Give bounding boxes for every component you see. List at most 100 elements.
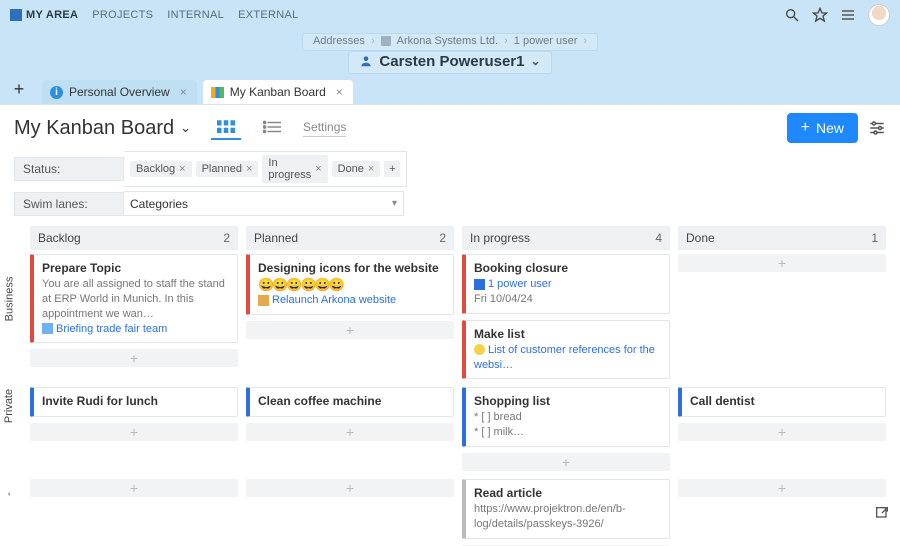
col-done: + — [678, 479, 886, 546]
page-entity-title[interactable]: Carsten Poweruser1 ⌄ — [359, 53, 540, 70]
tab-label: Personal Overview — [69, 85, 170, 99]
nav-internal[interactable]: INTERNAL — [167, 9, 224, 21]
column-header-backlog[interactable]: Backlog2 — [30, 226, 238, 250]
breadcrumb-item[interactable]: Addresses — [313, 35, 365, 47]
filter-bar: Status: Backlog× Planned× In progress× D… — [0, 149, 900, 226]
view-switcher: Settings — [211, 116, 346, 140]
plus-icon: + — [801, 121, 810, 135]
close-icon[interactable]: × — [336, 85, 343, 99]
add-tab-button[interactable]: + — [8, 78, 30, 100]
close-icon[interactable]: × — [315, 163, 321, 175]
col-backlog: + — [30, 479, 238, 546]
nav-external[interactable]: EXTERNAL — [238, 9, 298, 21]
add-card-button[interactable]: + — [30, 479, 238, 497]
add-card-button[interactable]: + — [246, 321, 454, 339]
add-card-button[interactable]: + — [462, 453, 670, 471]
card-title: Prepare Topic — [42, 261, 229, 275]
card-link[interactable]: 1 power user — [488, 278, 552, 290]
select-value: Categories — [130, 197, 188, 211]
breadcrumb-item[interactable]: 1 power user — [514, 35, 578, 47]
card-date: Fri 10/04/24 — [474, 292, 661, 307]
column-header-done[interactable]: Done1 — [678, 226, 886, 250]
filter-tag-backlog[interactable]: Backlog× — [130, 161, 192, 177]
app-icon — [10, 9, 22, 21]
top-nav: MY AREA PROJECTS INTERNAL EXTERNAL — [10, 9, 299, 21]
swimlane-uncategorised: + + Read article https://www.projektron.… — [18, 479, 890, 546]
breadcrumb-item[interactable]: Arkona Systems Ltd. — [397, 35, 499, 47]
entity-name: Carsten Poweruser1 — [379, 53, 524, 70]
col-backlog: Prepare Topic You are all assigned to st… — [30, 254, 238, 379]
tab-kanban-board[interactable]: My Kanban Board × — [203, 80, 353, 104]
list-view-button[interactable] — [257, 116, 287, 140]
filter-settings-icon[interactable] — [868, 119, 886, 137]
board-view-button[interactable] — [211, 116, 241, 140]
nav-projects[interactable]: PROJECTS — [92, 9, 153, 21]
card-link[interactable]: List of customer references for the webs… — [474, 344, 655, 371]
col-planned: + — [246, 479, 454, 546]
col-done: + — [678, 254, 886, 379]
card-invite-rudi[interactable]: Invite Rudi for lunch — [30, 387, 238, 417]
card-body: https://www.projektron.de/en/b-log/detai… — [474, 502, 661, 532]
top-bar: MY AREA PROJECTS INTERNAL EXTERNAL — [0, 0, 900, 30]
card-call-dentist[interactable]: Call dentist — [678, 387, 886, 417]
col-backlog: Invite Rudi for lunch + — [30, 387, 238, 471]
card-clean-coffee[interactable]: Clean coffee machine — [246, 387, 454, 417]
add-card-button[interactable]: + — [678, 423, 886, 441]
bulb-icon — [474, 344, 485, 355]
close-icon[interactable]: × — [180, 85, 187, 99]
col-inprogress: Booking closure 1 power user Fri 10/04/2… — [462, 254, 670, 379]
card-read-article[interactable]: Read article https://www.projektron.de/e… — [462, 479, 670, 539]
close-icon[interactable]: × — [179, 163, 185, 175]
col-planned: Clean coffee machine + — [246, 387, 454, 471]
card-title: Shopping list — [474, 394, 661, 408]
star-icon[interactable] — [812, 7, 828, 23]
column-header-planned[interactable]: Planned2 — [246, 226, 454, 250]
lane-label-business: Business — [3, 276, 15, 321]
col-planned: Designing icons for the website 😀😀😀😀😀😀 R… — [246, 254, 454, 379]
card-shopping-list[interactable]: Shopping list * [ ] bread * [ ] milk… — [462, 387, 670, 447]
filter-tag-done[interactable]: Done× — [332, 161, 381, 177]
avatar[interactable] — [868, 4, 890, 26]
add-card-button[interactable]: + — [246, 479, 454, 497]
info-icon: i — [50, 86, 63, 99]
add-filter-tag-button[interactable]: + — [384, 161, 400, 177]
add-card-button[interactable]: + — [678, 479, 886, 497]
settings-link[interactable]: Settings — [303, 120, 346, 137]
col-inprogress: Read article https://www.projektron.de/e… — [462, 479, 670, 546]
card-prepare-topic[interactable]: Prepare Topic You are all assigned to st… — [30, 254, 238, 343]
org-icon — [381, 36, 391, 46]
card-link[interactable]: Briefing trade fair team — [56, 323, 167, 335]
add-card-button[interactable]: + — [30, 423, 238, 441]
page-title[interactable]: My Kanban Board ⌄ — [14, 117, 191, 140]
page-header: My Kanban Board ⌄ Settings + New — [0, 105, 900, 149]
card-title: Read article — [474, 486, 661, 500]
filter-tag-planned[interactable]: Planned× — [196, 161, 259, 177]
card-title: Invite Rudi for lunch — [42, 394, 229, 408]
filter-tag-inprogress[interactable]: In progress× — [262, 155, 327, 183]
add-card-button[interactable]: + — [30, 349, 238, 367]
close-icon[interactable]: × — [368, 163, 374, 175]
column-header-inprogress[interactable]: In progress4 — [462, 226, 670, 250]
close-icon[interactable]: × — [246, 163, 252, 175]
nav-my-area[interactable]: MY AREA — [10, 9, 78, 21]
filter-swimlanes-label: Swim lanes: — [14, 192, 124, 216]
card-designing-icons[interactable]: Designing icons for the website 😀😀😀😀😀😀 R… — [246, 254, 454, 315]
user-badge-icon — [474, 279, 485, 290]
card-booking-closure[interactable]: Booking closure 1 power user Fri 10/04/2… — [462, 254, 670, 314]
task-icon — [42, 323, 53, 334]
filter-status-label: Status: — [14, 157, 124, 181]
filter-status-body[interactable]: Backlog× Planned× In progress× Done× + — [124, 151, 407, 187]
card-link[interactable]: Relaunch Arkona website — [272, 294, 396, 306]
add-card-button[interactable]: + — [678, 254, 886, 272]
new-button[interactable]: + New — [787, 113, 858, 143]
breadcrumb: Addresses › Arkona Systems Ltd. › 1 powe… — [313, 35, 587, 47]
menu-icon[interactable] — [840, 7, 856, 23]
filter-swimlanes-select[interactable]: Categories ▾ — [124, 191, 404, 216]
kanban-board: Business Private - Backlog2 Planned2 In … — [0, 226, 900, 546]
user-icon — [359, 54, 373, 68]
tab-personal-overview[interactable]: i Personal Overview × — [42, 80, 197, 104]
card-make-list[interactable]: Make list List of customer references fo… — [462, 320, 670, 380]
add-card-button[interactable]: + — [246, 423, 454, 441]
search-icon[interactable] — [784, 7, 800, 23]
export-icon[interactable] — [874, 505, 890, 521]
